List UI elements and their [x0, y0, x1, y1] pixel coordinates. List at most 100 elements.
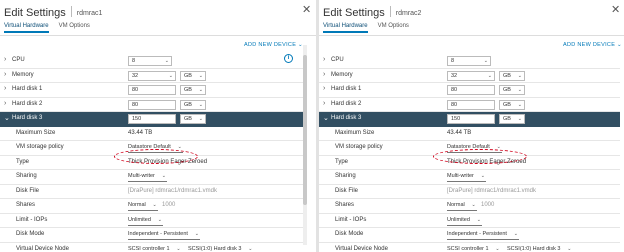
maximum-size-label: Maximum Size — [335, 129, 375, 136]
add-new-device-label: ADD NEW DEVICE — [563, 42, 616, 48]
cpu-select[interactable]: 8 ⌄ — [128, 56, 172, 66]
tab-bar: Virtual Hardware VM Options — [323, 21, 419, 34]
row-maximum-size: Maximum Size 43.44 TB — [0, 127, 303, 141]
cpu-select[interactable]: 8 ⌄ — [447, 56, 491, 66]
chevron-right-icon[interactable]: › — [4, 56, 6, 63]
memory-value: 32 — [132, 72, 139, 79]
row-hard-disk-2[interactable]: › Hard disk 2 80 GB ⌄ — [0, 98, 303, 112]
device-slot-select[interactable]: SCSI(1:0) Hard disk 3 ⌄ — [188, 245, 254, 252]
hard-disk-1-unit: GB — [503, 87, 511, 93]
chevron-down-icon[interactable]: ⌄ — [323, 114, 329, 122]
sharing-label: Sharing — [16, 173, 37, 179]
tab-vm-options[interactable]: VM Options — [378, 21, 409, 31]
limit-iops-label: Limit - IOPs — [335, 216, 367, 223]
chevron-down-icon[interactable]: ⌄ — [4, 114, 10, 122]
chevron-down-icon: ⌄ — [161, 173, 166, 179]
type-label: Type — [335, 158, 349, 165]
hard-disk-1-unit: GB — [184, 87, 192, 93]
row-hard-disk-3[interactable]: ⌄ Hard disk 3 150 GB ⌄ — [0, 112, 303, 127]
cpu-value: 8 — [451, 58, 455, 64]
chevron-right-icon[interactable]: › — [323, 100, 325, 107]
maximum-size-value: 43.44 TB — [447, 129, 472, 136]
hard-disk-3-input[interactable]: 150 — [128, 114, 176, 124]
row-virtual-device-node: Virtual Device Node SCSI controller 1 ⌄ S… — [0, 243, 303, 252]
row-cpu[interactable]: › CPU 8 ⌄ — [319, 54, 620, 69]
memory-unit-select[interactable]: GB ⌄ — [499, 70, 525, 81]
hard-disk-2-unit: GB — [184, 101, 192, 108]
device-slot-select[interactable]: SCSI(1:0) Hard disk 3 ⌄ — [507, 245, 573, 252]
chevron-down-icon: ⌄ — [198, 87, 203, 93]
device-slot-value: SCSI(1:0) Hard disk 3 — [188, 245, 242, 252]
chevron-right-icon[interactable]: › — [4, 71, 6, 78]
chevron-right-icon[interactable]: › — [323, 85, 325, 92]
sharing-select[interactable]: Multi-writer ⌄ — [447, 172, 486, 182]
row-hard-disk-3[interactable]: ⌄ Hard disk 3 150 GB ⌄ — [319, 112, 620, 127]
add-new-device-button[interactable]: ADD NEW DEVICE ⌄ — [563, 42, 622, 48]
close-icon[interactable]: ✕ — [302, 3, 311, 16]
tab-virtual-hardware[interactable]: Virtual Hardware — [4, 21, 49, 33]
row-hard-disk-1[interactable]: › Hard disk 1 80 GB ⌄ — [319, 83, 620, 98]
hard-disk-1-input[interactable]: 80 — [128, 85, 176, 95]
vm-storage-policy-label: VM storage policy — [335, 144, 383, 150]
limit-iops-select[interactable]: Unlimited ⌄ — [128, 216, 163, 226]
tab-vm-options[interactable]: VM Options — [59, 21, 90, 31]
hard-disk-3-label: Hard disk 3 — [12, 115, 43, 121]
sharing-select[interactable]: Multi-writer ⌄ — [128, 172, 167, 182]
memory-input[interactable]: 32 ⌄ — [447, 70, 495, 81]
chevron-down-icon: ⌄ — [517, 72, 522, 79]
row-memory[interactable]: › Memory 32 ⌄ GB ⌄ — [319, 69, 620, 83]
sharing-label: Sharing — [335, 173, 356, 179]
chevron-right-icon[interactable]: › — [323, 71, 325, 78]
controller-select[interactable]: SCSI controller 1 ⌄ — [128, 245, 182, 252]
hard-disk-1-unit-select[interactable]: GB ⌄ — [499, 85, 525, 95]
limit-iops-select[interactable]: Unlimited ⌄ — [447, 216, 482, 226]
scrollbar-thumb[interactable] — [303, 55, 307, 205]
disk-mode-label: Disk Mode — [16, 231, 45, 237]
scrollbar[interactable] — [303, 45, 307, 245]
row-limit-iops: Limit - IOPs Unlimited ⌄ — [0, 214, 303, 228]
row-hard-disk-1[interactable]: › Hard disk 1 80 GB ⌄ — [0, 83, 303, 98]
disk-mode-select[interactable]: Independent - Persistent ⌄ — [447, 230, 519, 240]
row-cpu[interactable]: › CPU 8 ⌄ — [0, 54, 303, 69]
hard-disk-2-input[interactable]: 80 — [128, 99, 176, 110]
chevron-down-icon: ⌄ — [480, 173, 485, 179]
hard-disk-1-unit-select[interactable]: GB ⌄ — [180, 85, 206, 95]
row-memory[interactable]: › Memory 32 ⌄ GB ⌄ — [0, 69, 303, 83]
add-new-device-button[interactable]: ADD NEW DEVICE ⌄ — [244, 42, 303, 48]
shares-select[interactable]: Normal ⌄ — [447, 201, 477, 211]
hard-disk-3-unit-select[interactable]: GB ⌄ — [180, 114, 206, 124]
chevron-down-icon: ⌄ — [476, 216, 481, 223]
shares-number: 1000 — [162, 202, 176, 208]
chevron-right-icon[interactable]: › — [323, 56, 325, 63]
row-hard-disk-2[interactable]: › Hard disk 2 80 GB ⌄ — [319, 98, 620, 112]
memory-input[interactable]: 32 ⌄ — [128, 70, 176, 81]
tab-bar: Virtual Hardware VM Options — [4, 21, 100, 34]
shares-select[interactable]: Normal ⌄ — [128, 201, 158, 211]
chevron-down-icon: ⌄ — [248, 245, 253, 252]
hard-disk-2-unit: GB — [503, 101, 511, 108]
chevron-down-icon: ⌄ — [198, 101, 203, 108]
hard-disk-3-unit-select[interactable]: GB ⌄ — [499, 114, 525, 124]
chevron-down-icon: ⌄ — [168, 72, 173, 79]
row-disk-mode: Disk Mode Independent - Persistent ⌄ — [0, 228, 303, 243]
chevron-right-icon[interactable]: › — [4, 100, 6, 107]
hard-disk-2-input[interactable]: 80 — [447, 99, 495, 110]
disk-mode-select[interactable]: Independent - Persistent ⌄ — [128, 230, 200, 240]
disk-file-label: Disk File — [16, 187, 40, 194]
hard-disk-2-unit-select[interactable]: GB ⌄ — [180, 99, 206, 110]
row-maximum-size: Maximum Size 43.44 TB — [319, 127, 620, 141]
hard-disk-2-unit-select[interactable]: GB ⌄ — [499, 99, 525, 110]
row-sharing: Sharing Multi-writer ⌄ — [0, 170, 303, 185]
hard-disk-1-input[interactable]: 80 — [447, 85, 495, 95]
close-icon[interactable]: ✕ — [611, 3, 620, 16]
memory-unit-select[interactable]: GB ⌄ — [180, 70, 206, 81]
chevron-right-icon[interactable]: › — [4, 85, 6, 92]
shares-number: 1000 — [481, 202, 495, 208]
controller-select[interactable]: SCSI controller 1 ⌄ — [447, 245, 501, 252]
hard-disk-3-input[interactable]: 150 — [447, 114, 495, 124]
disk-mode-label: Disk Mode — [335, 231, 364, 237]
dialog-title: Edit Settings — [323, 7, 385, 19]
cpu-label: CPU — [12, 57, 25, 63]
shares-value: Normal — [447, 202, 465, 208]
tab-virtual-hardware[interactable]: Virtual Hardware — [323, 21, 368, 33]
